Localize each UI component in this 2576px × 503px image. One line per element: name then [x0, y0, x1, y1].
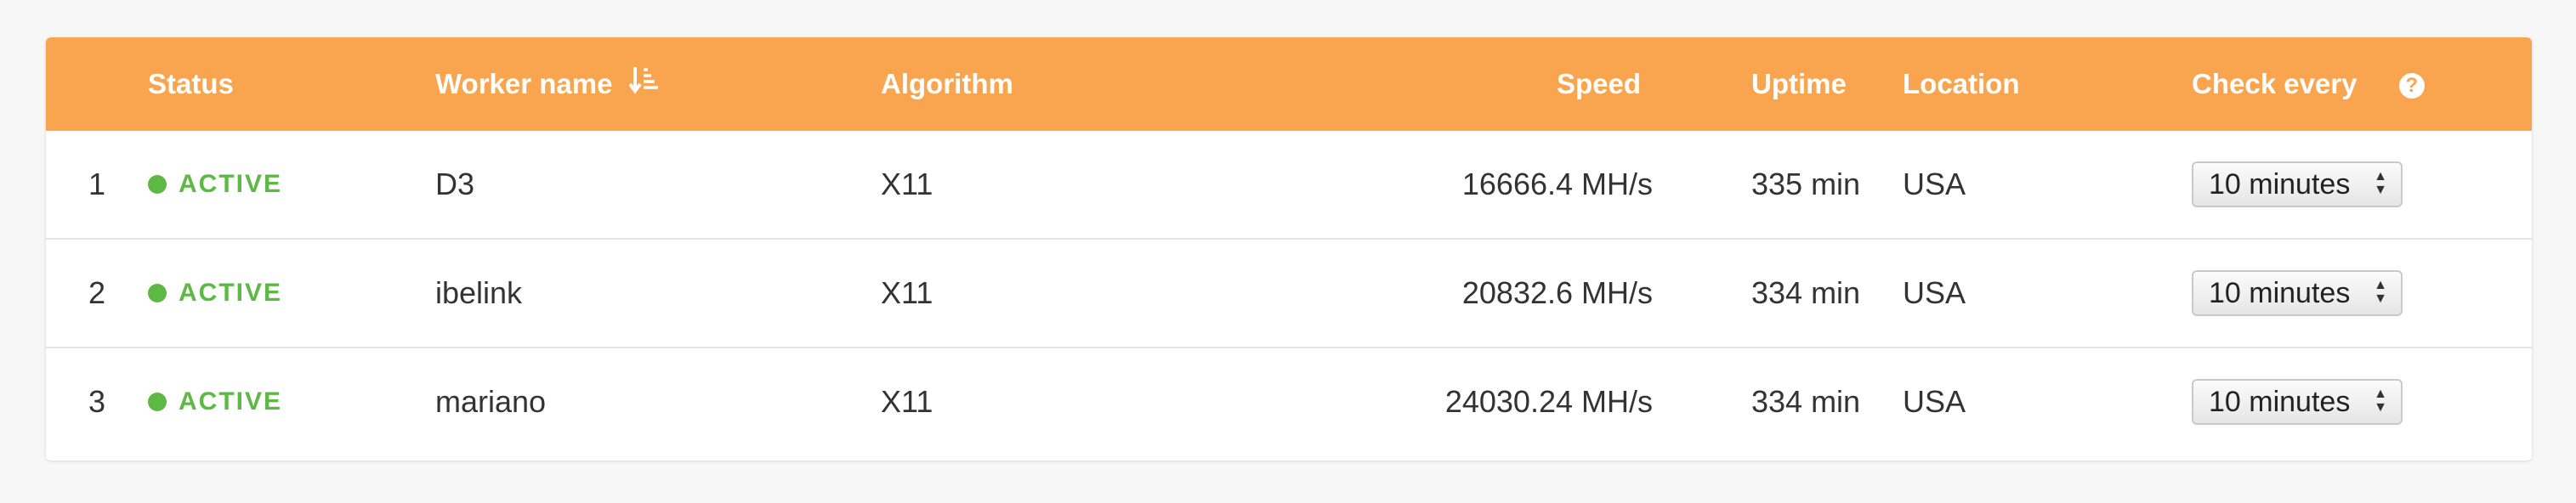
- check-every-select[interactable]: 10 minutes ▲ ▼: [2192, 379, 2403, 425]
- status-badge: ACTIVE: [148, 240, 282, 347]
- check-every-value: 10 minutes: [2209, 277, 2351, 309]
- status-badge: ACTIVE: [148, 348, 282, 455]
- column-header-speed[interactable]: Speed: [1406, 37, 1641, 131]
- speed: 24030.24 MH/s: [1444, 384, 1653, 419]
- location: USA: [1903, 167, 1966, 201]
- sort-descending-icon[interactable]: [628, 39, 660, 133]
- select-arrows-icon: ▲ ▼: [2374, 278, 2387, 306]
- select-arrows-icon: ▲ ▼: [2374, 169, 2387, 197]
- column-header-check-every-label: Check every: [2192, 68, 2358, 99]
- check-every-value: 10 minutes: [2209, 386, 2351, 418]
- status-label: ACTIVE: [179, 279, 283, 307]
- column-header-uptime[interactable]: Uptime: [1751, 37, 1847, 131]
- column-header-status[interactable]: Status: [148, 37, 234, 131]
- table-row: 1 ACTIVE D3 X11 16666.4 MH/s 335 min USA…: [46, 131, 2532, 240]
- status-dot-icon: [148, 175, 167, 194]
- table-header: Status Worker name Algorithm Speed Uptim…: [46, 37, 2532, 131]
- location: USA: [1903, 275, 1966, 310]
- status-label: ACTIVE: [179, 170, 283, 198]
- table-row: 2 ACTIVE ibelink X11 20832.6 MH/s 334 mi…: [46, 240, 2532, 348]
- column-header-check-every: Check every ?: [2192, 37, 2425, 131]
- algorithm: X11: [881, 384, 933, 419]
- worker-name: ibelink: [435, 275, 523, 310]
- uptime: 335 min: [1751, 167, 1861, 201]
- row-index: 2: [88, 275, 106, 310]
- column-header-location[interactable]: Location: [1903, 37, 2020, 131]
- workers-table: Status Worker name Algorithm Speed Uptim…: [46, 37, 2532, 461]
- column-header-algorithm[interactable]: Algorithm: [881, 37, 1013, 131]
- algorithm: X11: [881, 167, 933, 201]
- speed: 16666.4 MH/s: [1461, 167, 1653, 201]
- status-badge: ACTIVE: [148, 131, 282, 238]
- row-index: 1: [88, 167, 106, 201]
- speed: 20832.6 MH/s: [1461, 275, 1653, 310]
- column-header-worker-name-label: Worker name: [435, 68, 613, 99]
- algorithm: X11: [881, 275, 933, 310]
- check-every-select[interactable]: 10 minutes ▲ ▼: [2192, 161, 2403, 207]
- column-header-worker-name[interactable]: Worker name: [435, 37, 660, 131]
- location: USA: [1903, 384, 1966, 419]
- row-index: 3: [88, 384, 106, 419]
- worker-name: D3: [435, 167, 475, 201]
- uptime: 334 min: [1751, 275, 1861, 310]
- select-arrows-icon: ▲ ▼: [2374, 387, 2387, 415]
- status-dot-icon: [148, 284, 167, 302]
- check-every-value: 10 minutes: [2209, 168, 2351, 201]
- help-icon[interactable]: ?: [2398, 73, 2425, 99]
- check-every-select[interactable]: 10 minutes ▲ ▼: [2192, 270, 2403, 316]
- status-dot-icon: [148, 393, 167, 411]
- uptime: 334 min: [1751, 384, 1861, 419]
- status-label: ACTIVE: [179, 387, 283, 415]
- table-row: 3 ACTIVE mariano X11 24030.24 MH/s 334 m…: [46, 348, 2532, 457]
- worker-name: mariano: [435, 384, 547, 419]
